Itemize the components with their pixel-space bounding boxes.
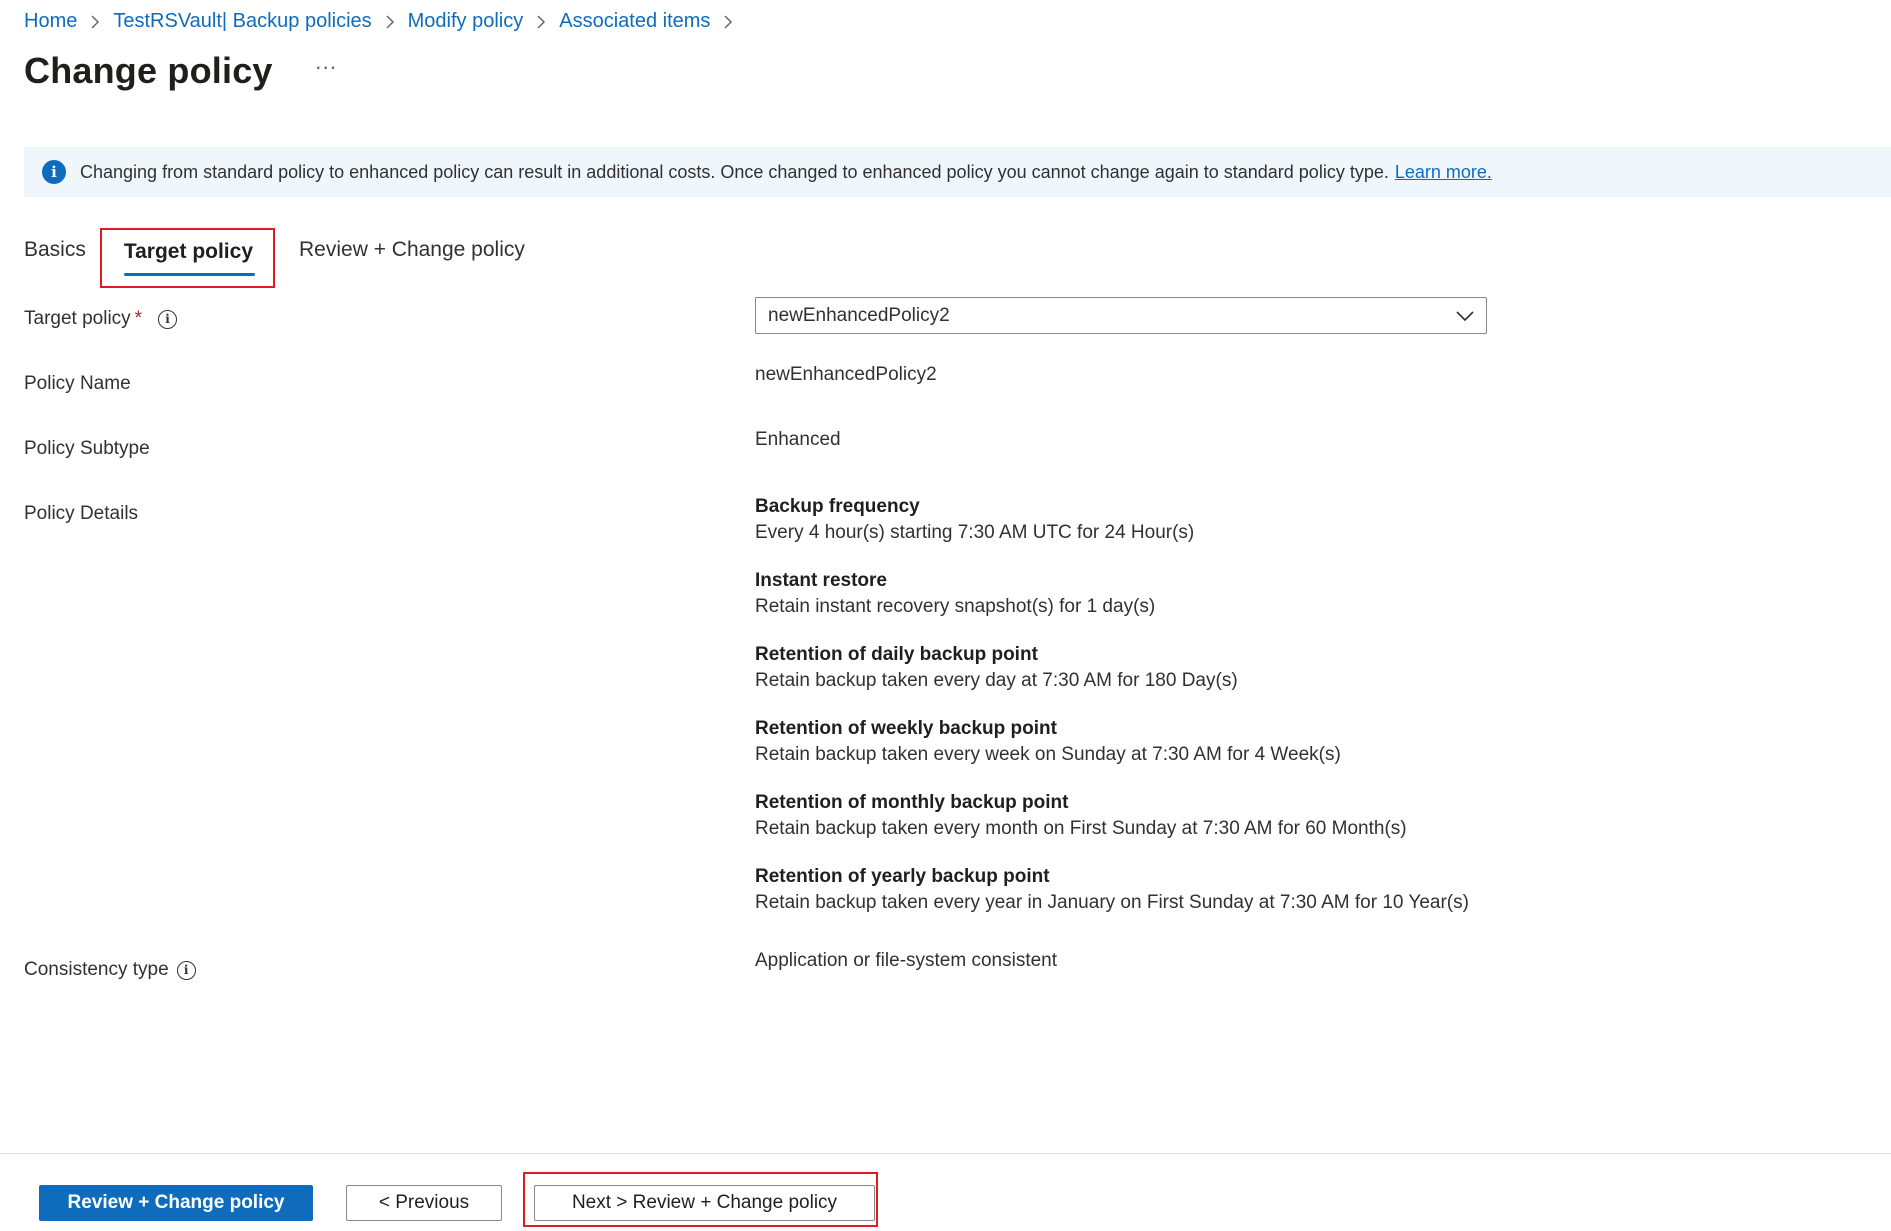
info-circle-icon[interactable]: i bbox=[158, 309, 178, 329]
detail-text: Retain backup taken every week on Sunday… bbox=[755, 744, 1341, 765]
chevron-down-icon bbox=[1456, 310, 1474, 321]
detail-text: Retain instant recovery snapshot(s) for … bbox=[755, 596, 1156, 617]
consistency-type-label: Consistency type bbox=[24, 959, 169, 980]
detail-text: Retain backup taken every year in Januar… bbox=[755, 892, 1469, 913]
breadcrumb-home[interactable]: Home bbox=[24, 10, 77, 33]
target-policy-dropdown[interactable]: newEnhancedPolicy2 bbox=[755, 297, 1487, 334]
info-banner-text: Changing from standard policy to enhance… bbox=[80, 161, 1389, 182]
required-asterisk: * bbox=[134, 308, 143, 329]
breadcrumb-associated-items[interactable]: Associated items bbox=[559, 10, 710, 33]
info-icon: i bbox=[42, 160, 66, 184]
policy-details-label: Policy Details bbox=[24, 503, 139, 524]
chevron-right-icon bbox=[87, 14, 103, 30]
review-change-policy-button[interactable]: Review + Change policy bbox=[39, 1185, 313, 1221]
detail-title: Backup frequency bbox=[755, 496, 920, 517]
change-policy-page: Home TestRSVault| Backup policies Modify… bbox=[0, 0, 1891, 1231]
detail-text: Every 4 hour(s) starting 7:30 AM UTC for… bbox=[755, 522, 1195, 543]
breadcrumb: Home TestRSVault| Backup policies Modify… bbox=[24, 10, 736, 33]
detail-daily-retention: Retention of daily backup point Retain b… bbox=[755, 642, 1655, 694]
policy-subtype-label: Policy Subtype bbox=[24, 438, 150, 459]
learn-more-link[interactable]: Learn more. bbox=[1395, 162, 1492, 183]
detail-monthly-retention: Retention of monthly backup point Retain… bbox=[755, 790, 1655, 842]
tab-bar: Basics Target policy Review + Change pol… bbox=[24, 228, 525, 288]
detail-weekly-retention: Retention of weekly backup point Retain … bbox=[755, 716, 1655, 768]
detail-text: Retain backup taken every month on First… bbox=[755, 818, 1407, 839]
next-button[interactable]: Next > Review + Change policy bbox=[534, 1185, 875, 1221]
consistency-type-label-row: Consistency type i bbox=[24, 959, 196, 981]
chevron-right-icon bbox=[533, 14, 549, 30]
detail-instant-restore: Instant restore Retain instant recovery … bbox=[755, 568, 1655, 620]
consistency-type-value: Application or file-system consistent bbox=[755, 950, 1058, 971]
detail-backup-frequency: Backup frequency Every 4 hour(s) startin… bbox=[755, 494, 1655, 546]
target-policy-label: Target policy bbox=[24, 308, 131, 329]
tab-basics[interactable]: Basics bbox=[24, 228, 86, 288]
detail-title: Retention of daily backup point bbox=[755, 644, 1038, 665]
previous-button[interactable]: < Previous bbox=[346, 1185, 502, 1221]
policy-name-value: newEnhancedPolicy2 bbox=[755, 364, 937, 385]
tab-target-policy[interactable]: Target policy bbox=[99, 228, 275, 288]
title-row: Change policy ··· bbox=[24, 50, 341, 92]
page-title: Change policy bbox=[24, 50, 273, 91]
detail-title: Instant restore bbox=[755, 570, 887, 591]
chevron-right-icon bbox=[382, 14, 398, 30]
policy-subtype-value: Enhanced bbox=[755, 429, 841, 450]
detail-title: Retention of yearly backup point bbox=[755, 866, 1050, 887]
detail-title: Retention of monthly backup point bbox=[755, 792, 1069, 813]
more-options-button[interactable]: ··· bbox=[311, 56, 341, 78]
breadcrumb-backup-policies[interactable]: TestRSVault| Backup policies bbox=[113, 10, 371, 33]
info-circle-icon[interactable]: i bbox=[176, 960, 196, 980]
detail-title: Retention of weekly backup point bbox=[755, 718, 1057, 739]
breadcrumb-modify-policy[interactable]: Modify policy bbox=[408, 10, 524, 33]
tab-review-change-policy[interactable]: Review + Change policy bbox=[299, 228, 525, 288]
detail-text: Retain backup taken every day at 7:30 AM… bbox=[755, 670, 1238, 691]
target-policy-selected-value: newEnhancedPolicy2 bbox=[768, 304, 950, 326]
info-banner: i Changing from standard policy to enhan… bbox=[24, 147, 1891, 197]
footer-divider bbox=[0, 1153, 1891, 1154]
policy-details-list: Backup frequency Every 4 hour(s) startin… bbox=[755, 494, 1655, 938]
chevron-right-icon bbox=[720, 14, 736, 30]
detail-yearly-retention: Retention of yearly backup point Retain … bbox=[755, 864, 1655, 916]
policy-name-label: Policy Name bbox=[24, 373, 131, 394]
tab-target-policy-label: Target policy bbox=[123, 240, 253, 263]
target-policy-label-row: Target policy * i bbox=[24, 308, 178, 330]
active-tab-indicator bbox=[123, 273, 255, 276]
